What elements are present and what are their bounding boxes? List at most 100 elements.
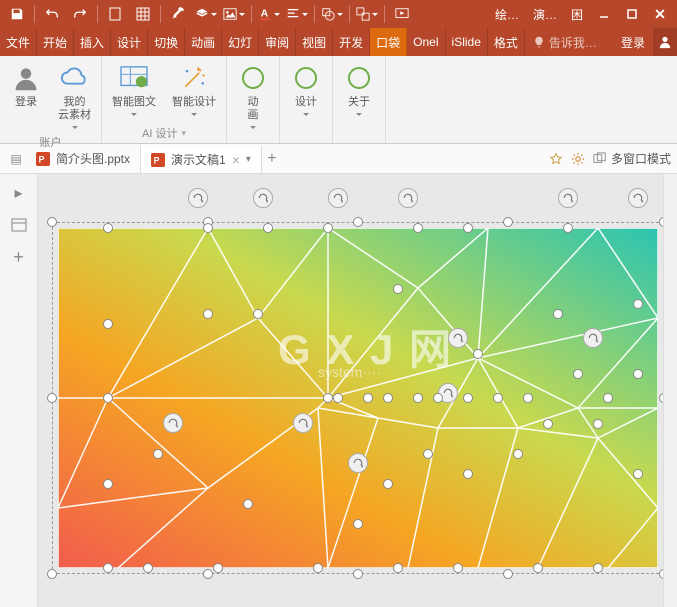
- font-color-button[interactable]: A: [256, 3, 282, 25]
- group-button[interactable]: [354, 3, 380, 25]
- resize-handle[interactable]: [103, 393, 113, 403]
- resize-handle[interactable]: [203, 309, 213, 319]
- resize-handle[interactable]: [263, 223, 273, 233]
- resize-handle[interactable]: [383, 479, 393, 489]
- resize-handle[interactable]: [313, 563, 323, 573]
- menu-tab-开始[interactable]: 开始: [37, 28, 74, 56]
- gear-icon[interactable]: [571, 152, 585, 166]
- resize-handle[interactable]: [253, 309, 263, 319]
- resize-handle[interactable]: [493, 393, 503, 403]
- resize-handle[interactable]: [433, 393, 443, 403]
- resize-handle[interactable]: [633, 299, 643, 309]
- resize-handle[interactable]: [47, 393, 57, 403]
- rotation-handle[interactable]: [583, 328, 603, 348]
- resize-handle[interactable]: [103, 563, 113, 573]
- rotation-handle[interactable]: [558, 188, 578, 208]
- resize-handle[interactable]: [413, 223, 423, 233]
- resize-handle[interactable]: [573, 369, 583, 379]
- resize-handle[interactable]: [453, 563, 463, 573]
- undo-button[interactable]: [39, 3, 65, 25]
- tell-me-search[interactable]: 告诉我…: [525, 28, 613, 56]
- ribbon-design-button[interactable]: 设计: [286, 60, 326, 121]
- rotation-handle[interactable]: [398, 188, 418, 208]
- slide[interactable]: G X J 网 system····: [58, 228, 658, 568]
- shape-button[interactable]: [319, 3, 345, 25]
- ribbon-login-button[interactable]: 登录: [6, 60, 46, 134]
- rotation-handle[interactable]: [328, 188, 348, 208]
- minimize-button[interactable]: [591, 3, 617, 25]
- resize-handle[interactable]: [153, 449, 163, 459]
- image-button[interactable]: [221, 3, 247, 25]
- resize-handle[interactable]: [543, 419, 553, 429]
- rotation-handle[interactable]: [163, 413, 183, 433]
- new-doc-button[interactable]: [102, 3, 128, 25]
- resize-handle[interactable]: [203, 569, 213, 579]
- doc-tab-2[interactable]: P 演示文稿1 × ▾: [141, 145, 262, 173]
- align-button[interactable]: [284, 3, 310, 25]
- layer-button[interactable]: [193, 3, 219, 25]
- rotation-handle[interactable]: [628, 188, 648, 208]
- doc-tab-1[interactable]: P 简介头图.pptx: [26, 145, 141, 173]
- menu-tab-格式[interactable]: 格式: [488, 28, 525, 56]
- resize-handle[interactable]: [473, 349, 483, 359]
- menu-tab-iSlide[interactable]: iSlide: [446, 28, 488, 56]
- rotation-handle[interactable]: [188, 188, 208, 208]
- menu-tab-设计[interactable]: 设计: [111, 28, 148, 56]
- outline-icon[interactable]: [8, 214, 30, 236]
- rotation-handle[interactable]: [448, 328, 468, 348]
- resize-handle[interactable]: [393, 563, 403, 573]
- maximize-button[interactable]: [619, 3, 645, 25]
- resize-handle[interactable]: [323, 223, 333, 233]
- multiwindow-button[interactable]: 多窗口模式: [593, 150, 671, 167]
- resize-handle[interactable]: [143, 563, 153, 573]
- ribbon-about-button[interactable]: 关于: [339, 60, 379, 121]
- resize-handle[interactable]: [103, 319, 113, 329]
- close-button[interactable]: ✕: [647, 3, 673, 25]
- resize-handle[interactable]: [333, 393, 343, 403]
- login-link[interactable]: 登录: [613, 28, 653, 56]
- eyedropper-button[interactable]: [165, 3, 191, 25]
- play-button[interactable]: [389, 3, 415, 25]
- menu-tab-幻灯[interactable]: 幻灯: [222, 28, 259, 56]
- user-icon[interactable]: [653, 28, 677, 56]
- redo-button[interactable]: [67, 3, 93, 25]
- resize-handle[interactable]: [463, 223, 473, 233]
- menu-tab-文件[interactable]: 文件: [0, 28, 37, 56]
- rotation-handle[interactable]: [293, 413, 313, 433]
- vertical-scrollbar[interactable]: [663, 174, 677, 607]
- menu-tab-Onel[interactable]: Onel: [407, 28, 445, 56]
- add-slide-icon[interactable]: +: [8, 246, 30, 268]
- slide-canvas[interactable]: G X J 网 system····: [38, 174, 677, 607]
- resize-handle[interactable]: [603, 393, 613, 403]
- resize-handle[interactable]: [323, 393, 333, 403]
- resize-handle[interactable]: [47, 569, 57, 579]
- menu-tab-审阅[interactable]: 审阅: [259, 28, 296, 56]
- tab-dropdown-icon[interactable]: ▾: [246, 154, 251, 165]
- resize-handle[interactable]: [593, 563, 603, 573]
- resize-handle[interactable]: [503, 569, 513, 579]
- menu-tab-开发[interactable]: 开发: [333, 28, 370, 56]
- ribbon-cloud-button[interactable]: 我的 云素材: [54, 60, 95, 134]
- resize-handle[interactable]: [363, 393, 373, 403]
- menu-tab-插入[interactable]: 插入: [74, 28, 111, 56]
- expand-panel-icon[interactable]: ▸: [8, 182, 30, 204]
- menu-tab-切换[interactable]: 切换: [148, 28, 185, 56]
- table-button[interactable]: [130, 3, 156, 25]
- resize-handle[interactable]: [353, 217, 363, 227]
- menu-tab-视图[interactable]: 视图: [296, 28, 333, 56]
- tab-menu-icon[interactable]: ▤: [6, 149, 26, 169]
- rotation-handle[interactable]: [253, 188, 273, 208]
- resize-handle[interactable]: [47, 217, 57, 227]
- resize-handle[interactable]: [423, 449, 433, 459]
- resize-handle[interactable]: [633, 369, 643, 379]
- resize-handle[interactable]: [213, 563, 223, 573]
- resize-handle[interactable]: [633, 469, 643, 479]
- resize-handle[interactable]: [593, 419, 603, 429]
- ribbon-animation-button[interactable]: 动 画: [233, 60, 273, 134]
- ribbon-smart-image-button[interactable]: 智能图文: [108, 60, 160, 121]
- resize-handle[interactable]: [553, 309, 563, 319]
- star-icon[interactable]: [549, 152, 563, 166]
- resize-handle[interactable]: [103, 223, 113, 233]
- resize-handle[interactable]: [353, 569, 363, 579]
- resize-handle[interactable]: [243, 499, 253, 509]
